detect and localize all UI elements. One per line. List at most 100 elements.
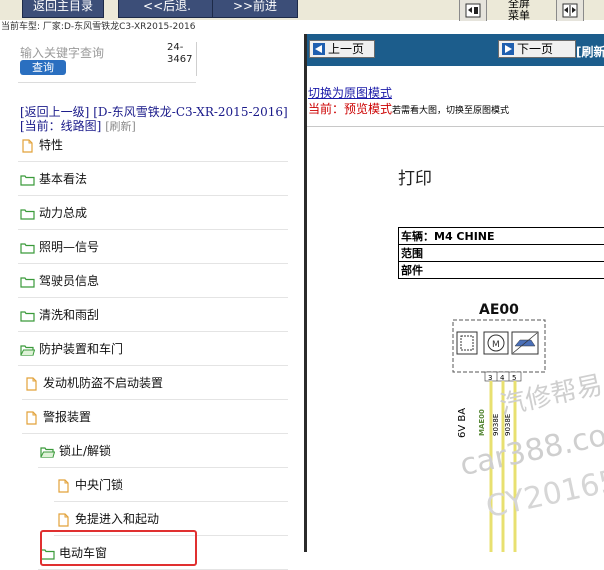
document-icon [56, 513, 71, 527]
fullscreen-menu-label: 全屏 菜单 [500, 0, 538, 22]
scope-cell: 范围 [399, 245, 604, 262]
search-input[interactable]: 输入关键字查询 [20, 44, 104, 61]
document-icon [56, 479, 71, 493]
folder-icon [20, 309, 35, 323]
tree-divider [18, 195, 288, 196]
tree-divider [22, 433, 288, 434]
viewer-refresh-link[interactable]: [刷新 [576, 43, 604, 60]
fullscreen-button[interactable] [459, 0, 487, 22]
tree-divider [38, 467, 288, 468]
tree-item[interactable]: 基本看法 [20, 168, 87, 190]
viewer-divider [307, 126, 604, 127]
prev-page-button[interactable]: 上一页 [309, 40, 375, 58]
tree-item[interactable]: 警报装置 [24, 406, 91, 428]
folder-icon [20, 275, 35, 289]
vehicle-info-table: 车辆：M4 CHINE 范围 部件 [398, 227, 604, 279]
tree-item[interactable]: 中央门锁 [56, 474, 123, 496]
tree-item[interactable]: 锁止/解锁 [40, 440, 111, 462]
tree-item-label: 警报装置 [43, 410, 91, 424]
component-label: AE00 [479, 302, 519, 318]
breadcrumb-current: [当前：线路图] [刷新] [20, 117, 136, 134]
result-code-line1: 24- [167, 42, 192, 54]
breadcrumb-current-label: [当前：线路图] [20, 119, 101, 133]
tree-item-label: 动力总成 [39, 206, 87, 220]
forward-button[interactable]: >>前进 [212, 0, 298, 18]
mode-value: 预览模式 [344, 102, 392, 116]
tree-item[interactable]: 防护装置和车门 [20, 338, 123, 360]
tree-divider [54, 501, 288, 502]
current-car-line: 当前车型: 厂家:D-东风雪铁龙C3-XR2015-2016 [0, 21, 604, 34]
folder-open-icon [40, 445, 55, 459]
arrow-left-icon [313, 43, 325, 55]
document-viewer: 上一页 下一页 [刷新 切换为原图模式 当前：预览模式若需看大图，切换至原图模式… [307, 34, 604, 552]
refresh-link[interactable]: [刷新] [105, 120, 136, 133]
component-block-icon [457, 332, 477, 354]
code-divider [196, 42, 197, 76]
folder-open-icon [20, 343, 35, 357]
switch-mode-link[interactable]: 切换为原图模式 [308, 84, 392, 101]
tree-divider [18, 161, 288, 162]
tree-item-label: 基本看法 [39, 172, 87, 186]
tree-divider [18, 365, 288, 366]
pin-label: 3 [488, 374, 492, 382]
navigation-panel: 输入关键字查询 查询 24- 3467 [返回上一级] [D-东风雪铁龙-C3-… [0, 34, 304, 552]
tree-divider [22, 399, 288, 400]
home-button[interactable]: 返回主目录 [22, 0, 104, 18]
tree-item-label: 免提进入和起动 [75, 512, 159, 526]
document-icon [20, 139, 35, 153]
mode-hint: 若需看大图，切换至原图模式 [392, 106, 509, 116]
tree-item-label: 特性 [39, 138, 63, 152]
print-link[interactable]: 打印 [398, 164, 432, 189]
search-button[interactable]: 查询 [20, 60, 66, 75]
arrow-right-icon [502, 43, 514, 55]
mode-status: 当前：预览模式若需看大图，切换至原图模式 [308, 100, 509, 117]
highlight-frame [40, 530, 197, 566]
tree-item[interactable]: 免提进入和起动 [56, 508, 159, 530]
motor-symbol: M [492, 340, 500, 350]
tree-item[interactable]: 驾驶员信息 [20, 270, 99, 292]
tree-item-label: 防护装置和车门 [39, 342, 123, 356]
tree-item[interactable]: 特性 [20, 134, 63, 156]
current-car-value: 厂家:D-东风雪铁龙C3-XR2015-2016 [43, 22, 196, 32]
result-code-line2: 3467 [167, 54, 192, 66]
result-code: 24- 3467 [167, 42, 192, 66]
search-divider [18, 82, 196, 83]
tree-divider [18, 297, 288, 298]
table-row: 车辆：M4 CHINE [399, 228, 604, 245]
prev-page-label: 上一页 [328, 42, 364, 56]
next-page-button[interactable]: 下一页 [498, 40, 576, 58]
tree-item[interactable]: 发动机防盗不启动装置 [24, 372, 163, 394]
tree-item[interactable]: 动力总成 [20, 202, 87, 224]
vehicle-cell: 车辆：M4 CHINE [399, 228, 604, 245]
tree-item-label: 中央门锁 [75, 478, 123, 492]
document-icon [24, 377, 39, 391]
tree-divider [18, 263, 288, 264]
wire-label: 9038E [492, 414, 500, 436]
split-view-button[interactable] [556, 0, 584, 22]
fullscreen-icon [465, 3, 481, 18]
document-icon [24, 411, 39, 425]
tree-item-label: 驾驶员信息 [39, 274, 99, 288]
tree-item-label: 照明—信号 [39, 240, 99, 254]
folder-icon [20, 207, 35, 221]
pin-label: 4 [500, 374, 505, 382]
mode-prefix: 当前： [308, 102, 344, 116]
tree-item[interactable]: 照明—信号 [20, 236, 99, 258]
next-page-label: 下一页 [517, 42, 553, 56]
current-car-label: 当前车型: [1, 22, 40, 32]
part-cell: 部件 [399, 262, 604, 279]
table-row: 范围 [399, 245, 604, 262]
folder-icon [20, 241, 35, 255]
wire-label: MAE00 [478, 409, 486, 436]
top-toolbar: 返回主目录 <<后退. >>前进 全屏 菜单 [0, 0, 604, 20]
back-button[interactable]: <<后退. [118, 0, 216, 18]
fullscreen-menu-text: 全屏 菜单 [508, 0, 530, 22]
folder-icon [20, 173, 35, 187]
page-nav-bar: 上一页 下一页 [刷新 [307, 34, 604, 66]
tree-item[interactable]: 清洗和雨刮 [20, 304, 99, 326]
table-row: 部件 [399, 262, 604, 279]
tree-divider [18, 229, 288, 230]
tree-item-label: 清洗和雨刮 [39, 308, 99, 322]
split-view-icon [562, 3, 578, 18]
tree-divider [18, 331, 288, 332]
